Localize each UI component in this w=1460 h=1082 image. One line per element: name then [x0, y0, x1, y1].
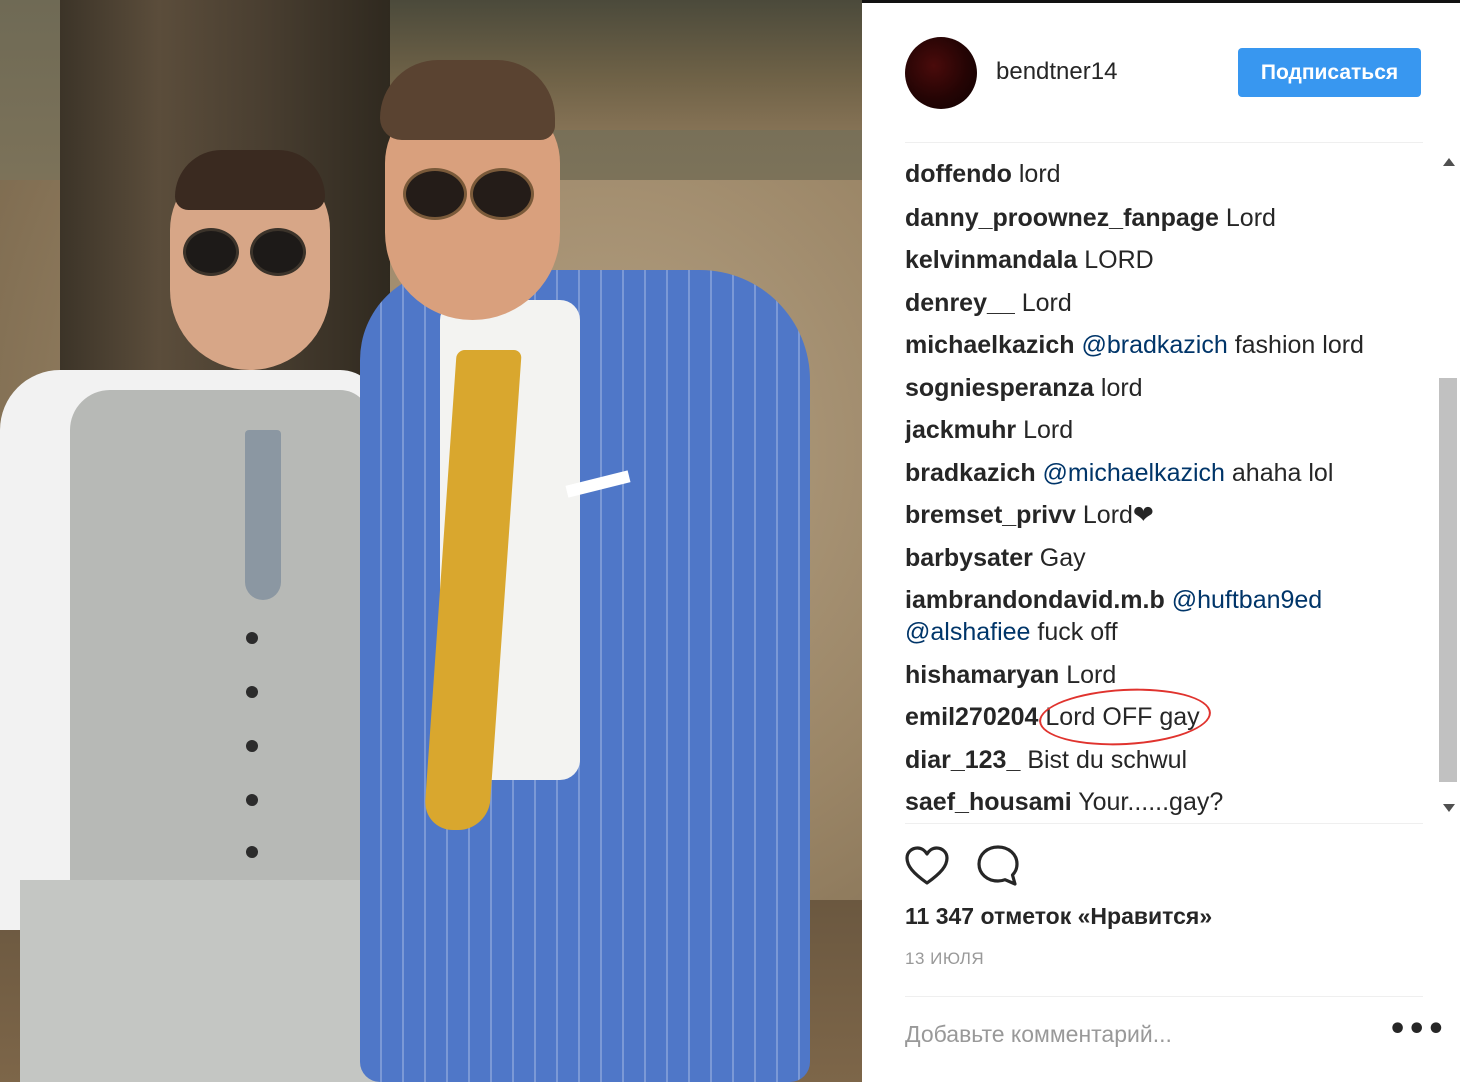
right-man-sunglass-lens [470, 168, 534, 220]
comment-text: Lord [1059, 661, 1117, 689]
right-man-hair [380, 60, 555, 140]
comment-text: Lord [1016, 416, 1074, 444]
avatar[interactable] [905, 37, 977, 109]
comments-scrollbar[interactable] [1437, 150, 1459, 818]
left-man-sunglass-lens [183, 228, 239, 276]
likes-count[interactable]: 11 347 отметок «Нравится» [905, 903, 1212, 930]
left-man-pants [20, 880, 390, 1082]
comment-username[interactable]: sogniesperanza [905, 374, 1094, 402]
comment-username[interactable]: danny_proownez_fanpage [905, 204, 1219, 232]
more-options-button[interactable]: ••• [1388, 1015, 1446, 1048]
comment-row: hishamaryan Lord [905, 659, 1425, 691]
comment-username[interactable]: emil270204 [905, 703, 1038, 731]
comment-row: michaelkazich @bradkazich fashion lord [905, 329, 1425, 361]
right-man-suit [360, 270, 810, 1082]
comment-mention[interactable]: @michaelkazich [1036, 459, 1225, 487]
vest-button [246, 740, 258, 752]
comment-row: saef_housami Your......gay? [905, 786, 1425, 818]
comment-row: bremset_privv Lord❤ [905, 499, 1425, 531]
comment-row: denrey__ Lord [905, 287, 1425, 319]
comment-username[interactable]: bremset_privv [905, 501, 1076, 529]
left-man-vest [70, 390, 370, 910]
comment-username[interactable]: diar_123_ [905, 746, 1020, 774]
comment-row: barbysater Gay [905, 542, 1425, 574]
scroll-down-arrow-icon[interactable] [1443, 804, 1455, 812]
comment-text: Gay [1032, 544, 1086, 572]
left-man-tie [245, 430, 281, 600]
comment-text: LORD [1077, 246, 1154, 274]
comment-username[interactable]: barbysater [905, 544, 1033, 572]
comment-input-divider [905, 996, 1423, 997]
vest-button [246, 794, 258, 806]
right-man-sunglass-lens [403, 168, 467, 220]
comment-username[interactable]: saef_housami [905, 788, 1072, 816]
post-date[interactable]: 13 ИЮЛЯ [905, 949, 984, 969]
comment-text: Lord [1075, 501, 1133, 529]
post-header: bendtner14 Подписаться [862, 0, 1460, 140]
comment-row: kelvinmandala LORD [905, 244, 1425, 276]
header-divider [905, 142, 1423, 143]
scroll-up-arrow-icon[interactable] [1443, 158, 1455, 166]
comment-text: Lord [1218, 204, 1276, 232]
comment-row: bradkazich @michaelkazich ahaha lol [905, 457, 1425, 489]
comments-list[interactable]: doffendo lord danny_proownez_fanpage Lor… [905, 150, 1425, 824]
comment-mention[interactable]: @huftban9ed [1165, 586, 1323, 614]
comment-username[interactable]: jackmuhr [905, 416, 1016, 444]
comment-username[interactable]: michaelkazich [905, 331, 1075, 359]
comment-row: jackmuhr Lord [905, 414, 1425, 446]
comment-row: sogniesperanza lord [905, 372, 1425, 404]
heart-icon[interactable] [903, 842, 951, 890]
vest-button [246, 632, 258, 644]
comment-text: Lord [1014, 289, 1072, 317]
left-man-sunglass-lens [250, 228, 306, 276]
comment-text: fashion lord [1227, 331, 1364, 359]
comment-text: lord [1093, 374, 1143, 402]
comment-mention[interactable]: @alshafiee [905, 618, 1030, 646]
scrollbar-thumb[interactable] [1439, 378, 1457, 782]
comment-text: lord [1011, 160, 1061, 188]
comment-username[interactable]: hishamaryan [905, 661, 1059, 689]
comment-text: fuck off [1030, 618, 1118, 646]
actions-divider [905, 823, 1423, 824]
vest-button [246, 846, 258, 858]
heart-emoji: ❤ [1132, 501, 1154, 529]
username-link[interactable]: bendtner14 [996, 58, 1117, 86]
comment-username[interactable]: denrey__ [905, 289, 1015, 317]
comment-row: doffendo lord [905, 158, 1425, 190]
add-comment-input[interactable] [905, 1016, 1365, 1052]
comment-username[interactable]: bradkazich [905, 459, 1036, 487]
post-photo[interactable] [0, 0, 862, 1082]
comment-row: iambrandondavid.m.b @huftban9ed [905, 584, 1425, 616]
comment-username[interactable]: kelvinmandala [905, 246, 1077, 274]
comment-text: Your......gay? [1071, 788, 1224, 816]
post-side-panel: bendtner14 Подписаться doffendo lord dan… [862, 0, 1460, 1082]
comment-username[interactable]: iambrandondavid.m.b [905, 586, 1165, 614]
comment-username[interactable]: doffendo [905, 160, 1012, 188]
comment-mention[interactable]: @bradkazich [1075, 331, 1227, 359]
left-man-hair [175, 150, 325, 210]
comment-row: danny_proownez_fanpage Lord [905, 202, 1425, 234]
vest-button [246, 686, 258, 698]
comment-row-continuation: @alshafiee fuck off [905, 616, 1425, 648]
comment-text: Bist du schwul [1020, 746, 1188, 774]
comment-row: diar_123_ Bist du schwul [905, 744, 1425, 776]
comment-text: ahaha lol [1224, 459, 1334, 487]
highlight-circle-annotation [1037, 684, 1213, 750]
follow-button[interactable]: Подписаться [1238, 48, 1421, 97]
comment-icon[interactable] [974, 842, 1022, 890]
